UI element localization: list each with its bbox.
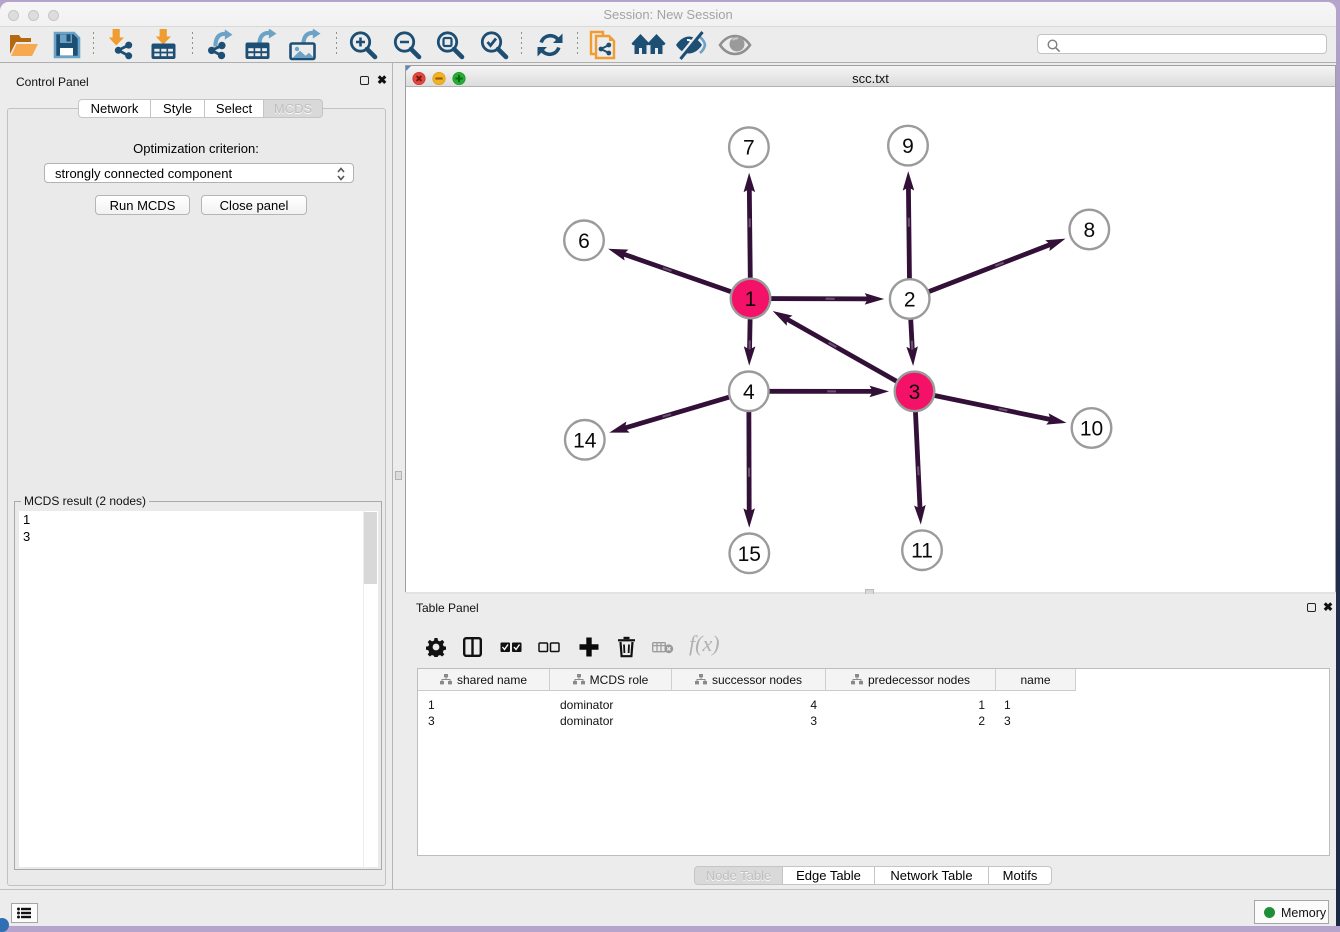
svg-text:9: 9 <box>902 135 914 158</box>
svg-text:14: 14 <box>573 429 597 452</box>
svg-text:7: 7 <box>743 137 755 160</box>
svg-text:3: 3 <box>909 381 921 404</box>
svg-text:2: 2 <box>904 289 916 312</box>
svg-text:1: 1 <box>745 288 757 311</box>
svg-text:11: 11 <box>911 540 933 563</box>
svg-text:6: 6 <box>578 230 590 253</box>
svg-text:4: 4 <box>743 381 755 404</box>
svg-text:15: 15 <box>738 543 761 566</box>
svg-text:8: 8 <box>1083 219 1095 242</box>
svg-text:10: 10 <box>1080 418 1103 441</box>
